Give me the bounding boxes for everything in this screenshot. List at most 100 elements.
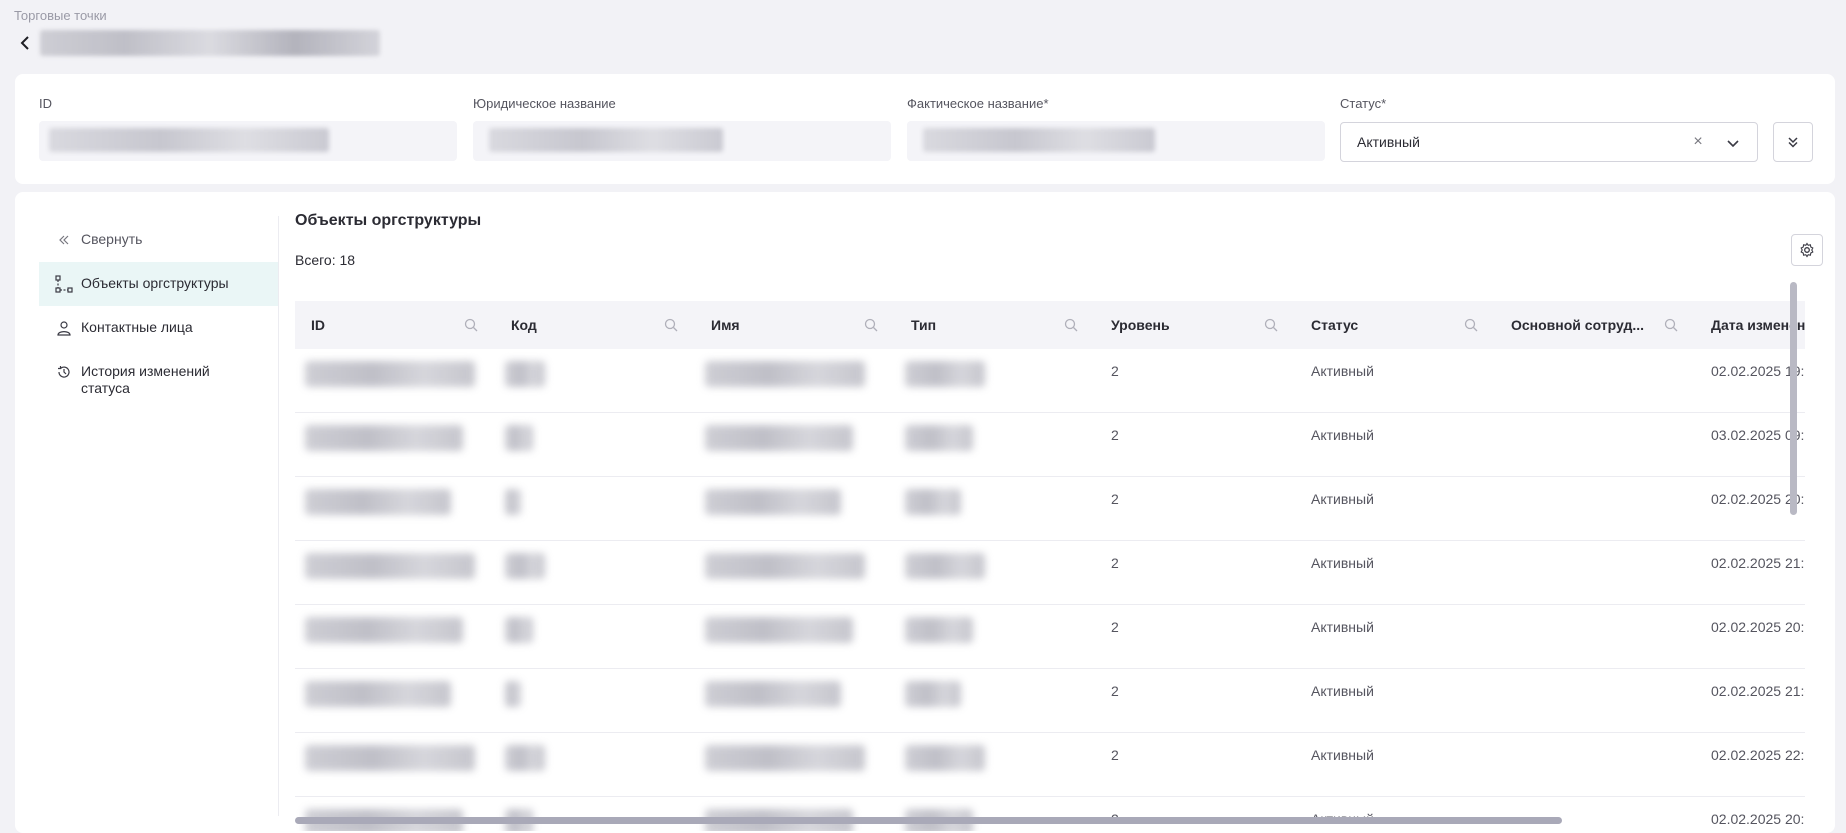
table-cell: 03.02.2025 09:: [1711, 427, 1805, 443]
table-header: ID Код Имя Тип Уровень Статус Основной сотруд.…: [295, 301, 1805, 349]
table-cell: [495, 541, 695, 604]
vertical-scrollbar[interactable]: [1790, 282, 1797, 515]
table-row[interactable]: 2Активный02.02.2025 20:: [295, 477, 1805, 541]
column-header-label: Тип: [911, 317, 937, 333]
column-header[interactable]: ID: [295, 317, 495, 333]
id-field-value[interactable]: [39, 121, 457, 161]
table-row[interactable]: 2 Активный 02.02.2025 21:: [295, 541, 1805, 605]
status-select[interactable]: Активный ×: [1340, 122, 1758, 162]
column-header-label: ID: [311, 317, 325, 333]
sidebar-item-status-history[interactable]: История изменений статуса: [39, 350, 278, 410]
table-row[interactable]: 2 Активный 02.02.2025 22:: [295, 733, 1805, 797]
column-header[interactable]: Основной сотруд...: [1495, 317, 1695, 333]
search-icon[interactable]: [1663, 317, 1679, 333]
table-cell: [495, 349, 695, 412]
table-body: 2 Активный 02.02.2025 19:1 2 Активный 03.02.2…: [295, 349, 1805, 831]
table-settings-button[interactable]: [1791, 234, 1823, 266]
status-select-value: Активный: [1357, 134, 1420, 150]
collapse-button[interactable]: Свернуть: [39, 218, 278, 262]
table-cell: [695, 605, 895, 668]
table-cell: [1495, 733, 1695, 796]
table-cell: 02.02.2025 21:: [1711, 555, 1805, 571]
breadcrumb[interactable]: Торговые точки: [14, 8, 107, 23]
legal-name-field: Юридическое название: [473, 96, 891, 161]
legal-name-input[interactable]: [473, 121, 891, 161]
table-row[interactable]: 2 Активный 03.02.2025 09:: [295, 413, 1805, 477]
table-cell: [1495, 349, 1695, 412]
chevron-down-icon[interactable]: [1725, 135, 1741, 151]
table-cell: Активный: [1311, 491, 1374, 507]
search-icon[interactable]: [1063, 317, 1079, 333]
table-cell: [895, 605, 1095, 668]
table-cell: [1495, 541, 1695, 604]
table-cell: Активный: [1311, 363, 1374, 379]
table-cell: [495, 477, 695, 540]
table-cell: 02.02.2025 19:1: [1711, 363, 1805, 379]
table-cell: 2: [1111, 683, 1119, 699]
clear-icon[interactable]: ×: [1691, 134, 1705, 150]
table-cell: [1495, 413, 1695, 476]
section-title: Объекты оргструктуры: [295, 212, 482, 229]
column-header[interactable]: Уровень: [1095, 317, 1295, 333]
column-header[interactable]: Дата изменения: [1695, 317, 1805, 333]
table-cell: [295, 477, 495, 540]
table-cell: [695, 797, 895, 831]
org-structure-icon: [55, 275, 73, 293]
search-icon[interactable]: [463, 317, 479, 333]
table-row[interactable]: 2 Активный 02.02.2025 21:0: [295, 669, 1805, 733]
search-icon[interactable]: [1263, 317, 1279, 333]
table-cell: [695, 349, 895, 412]
status-field: Статус*: [1340, 96, 1758, 112]
collapse-label: Свернуть: [81, 231, 143, 247]
table-cell: [295, 605, 495, 668]
gear-icon: [1800, 242, 1814, 258]
header-row: [14, 28, 380, 58]
table-cell: 2: [1111, 747, 1119, 763]
column-header[interactable]: Код: [495, 317, 695, 333]
table-cell: [1495, 477, 1695, 540]
sidebar-item-org-objects[interactable]: Объекты оргструктуры: [39, 262, 278, 306]
actual-name-field: Фактическое название*: [907, 96, 1325, 161]
table-cell: [495, 733, 695, 796]
horizontal-scrollbar[interactable]: [295, 817, 1562, 824]
table-row[interactable]: 2Активный02.02.2025 20:: [295, 797, 1805, 831]
actual-name-input[interactable]: [907, 121, 1325, 161]
table-cell: [895, 477, 1095, 540]
table-cell: 02.02.2025 20:: [1711, 491, 1805, 507]
table-cell: [1495, 669, 1695, 732]
table-cell: Активный: [1311, 747, 1374, 763]
table-cell: 2: [1111, 619, 1119, 635]
back-button[interactable]: [14, 32, 36, 54]
column-header[interactable]: Имя: [695, 317, 895, 333]
search-icon[interactable]: [663, 317, 679, 333]
table-cell: [295, 413, 495, 476]
search-icon[interactable]: [1463, 317, 1479, 333]
table-cell: Активный: [1311, 555, 1374, 571]
column-header[interactable]: Тип: [895, 317, 1095, 333]
table-cell: 2: [1111, 427, 1119, 443]
table-cell: [1495, 605, 1695, 668]
sidebar-item-label: История изменений статуса: [81, 363, 210, 396]
search-icon[interactable]: [863, 317, 879, 333]
table-cell: 02.02.2025 20:: [1711, 811, 1805, 827]
main-card: Свернуть Объекты оргструктуры Контактные…: [15, 192, 1835, 833]
id-field-label: ID: [39, 96, 52, 111]
table-cell: [295, 669, 495, 732]
table-cell: [695, 477, 895, 540]
column-header-label: Код: [511, 317, 537, 333]
column-header-label: Уровень: [1111, 317, 1170, 333]
table-cell: Активный: [1311, 683, 1374, 699]
table-cell: 2: [1095, 797, 1295, 831]
table-cell: 02.02.2025 21:0: [1711, 683, 1805, 699]
sidebar-item-contacts[interactable]: Контактные лица: [39, 306, 278, 350]
column-header[interactable]: Статус: [1295, 317, 1495, 333]
table-row[interactable]: 2Активный02.02.2025 20:: [295, 605, 1805, 669]
table-cell: [295, 797, 495, 831]
column-header-label: Основной сотруд...: [1511, 317, 1644, 333]
actual-name-label: Фактическое название*: [907, 96, 1049, 111]
sidebar: Свернуть Объекты оргструктуры Контактные…: [39, 216, 279, 816]
expand-button[interactable]: [1773, 122, 1813, 162]
table-cell: [695, 541, 895, 604]
table-cell: [495, 413, 695, 476]
table-row[interactable]: 2 Активный 02.02.2025 19:1: [295, 349, 1805, 413]
